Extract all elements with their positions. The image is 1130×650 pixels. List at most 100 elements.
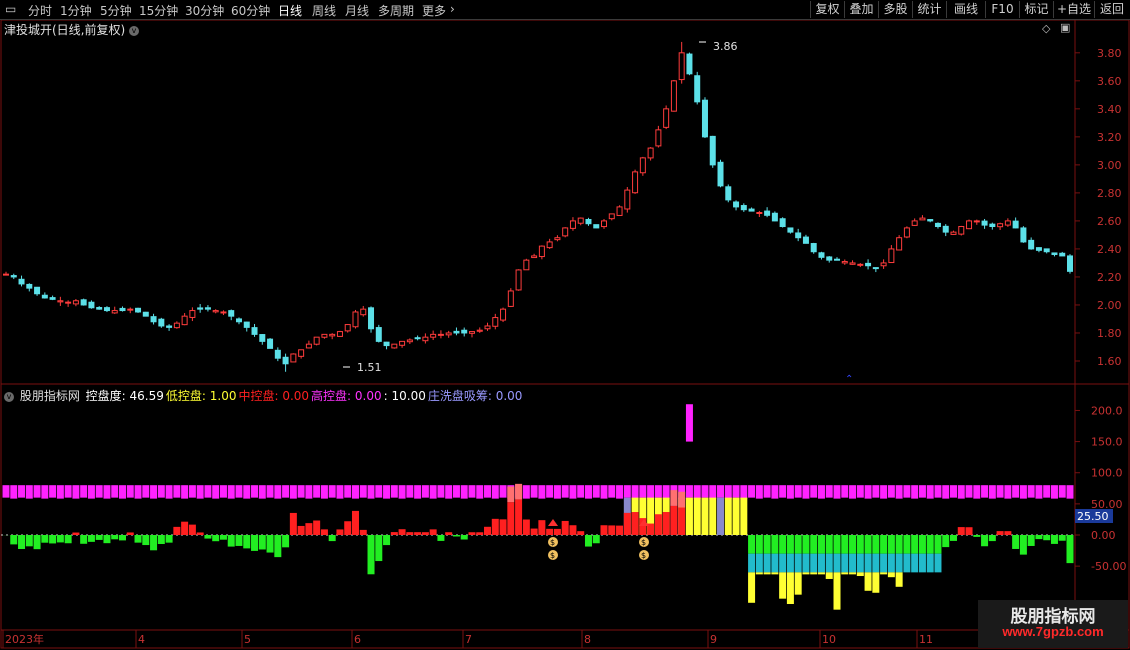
f10-button[interactable]: F10	[985, 1, 1019, 18]
indicator-yellow-bar	[802, 572, 810, 575]
candle-body	[810, 243, 817, 253]
indicator-green-bar	[864, 535, 872, 554]
back-button[interactable]: 返回	[1094, 1, 1129, 18]
indicator-band-bar	[212, 485, 220, 499]
candle-body	[958, 226, 965, 235]
indicator-green-bar	[243, 535, 251, 549]
indicator-green-bar	[204, 535, 212, 539]
indicator-cyan-bar	[849, 553, 857, 573]
candle-body	[927, 219, 934, 222]
candle-body	[577, 217, 584, 224]
indicator-band-bar	[918, 485, 926, 498]
indicator-red-bar	[351, 510, 359, 535]
stock-title[interactable]: 津投城开(日线,前复权)	[4, 23, 125, 37]
indicator-green-bar	[592, 535, 600, 544]
tab-multi-period[interactable]: 多周期	[378, 2, 414, 19]
tab-daily[interactable]: 日线	[278, 2, 302, 19]
indicator-yellow-bar	[872, 572, 880, 593]
chevron-right-icon[interactable]: ›	[450, 2, 455, 16]
indicator-green-bar	[64, 535, 72, 544]
tab-15min[interactable]: 15分钟	[139, 2, 178, 19]
tab-monthly[interactable]: 月线	[345, 2, 369, 19]
candle-body	[1004, 220, 1011, 226]
price-tick-label: 3.80	[1097, 47, 1122, 60]
tab-30min[interactable]: 30分钟	[185, 2, 224, 19]
chevron-down-icon[interactable]: v	[129, 25, 140, 36]
icon-square[interactable]: ▭	[5, 2, 16, 16]
indicator-name[interactable]: 股朋指标网	[20, 389, 80, 403]
indicator-cyan-bar	[763, 553, 771, 573]
indicator-band-bar	[988, 485, 996, 499]
tab-60min[interactable]: 60分钟	[231, 2, 270, 19]
candle-body	[267, 338, 274, 349]
candle-body	[740, 205, 747, 211]
multi-stock-button[interactable]: 多股	[878, 1, 912, 18]
candle-body	[150, 316, 157, 323]
add-watchlist-button[interactable]: +自选	[1053, 1, 1094, 18]
indicator-red-bar	[507, 502, 515, 535]
indicator-band-bar	[313, 485, 321, 498]
indicator-green-bar	[973, 535, 981, 537]
candle-body	[515, 269, 522, 291]
price-tick-label: 1.60	[1097, 355, 1122, 368]
svg-text:$: $	[641, 551, 646, 560]
stats-button[interactable]: 统计	[912, 1, 946, 18]
candle-body	[857, 263, 864, 266]
draw-line-button[interactable]: 画线	[946, 1, 985, 18]
indicator-red-bar	[126, 532, 134, 535]
candle-body	[779, 218, 786, 228]
indicator-green-bar	[833, 535, 841, 554]
indicator-band-bar	[72, 485, 80, 499]
candle-body	[531, 255, 538, 259]
indicator-red-bar	[429, 529, 437, 535]
candle-body	[430, 333, 437, 338]
indicator-band-bar	[227, 485, 235, 499]
indicator-band-bar	[561, 485, 569, 498]
mark-button[interactable]: 标记	[1019, 1, 1053, 18]
tab-1min[interactable]: 1分钟	[60, 2, 92, 19]
indicator-red-bar	[553, 528, 561, 535]
indicator-band-bar	[724, 485, 732, 499]
panel-toggle-icon[interactable]: ▣	[1060, 21, 1070, 34]
indicator-yellow-bar	[895, 572, 903, 587]
indicator-band-bar	[383, 485, 391, 499]
indicator-band-bar	[460, 485, 468, 499]
overlay-button[interactable]: 叠加	[844, 1, 878, 18]
indicator-band-bar	[282, 485, 290, 498]
indicator-green-bar	[1050, 535, 1058, 544]
diamond-icon[interactable]: ◇	[1042, 22, 1050, 35]
indicator-band-bar	[942, 485, 950, 499]
indicator-green-bar	[1027, 535, 1035, 546]
chevron-down-icon[interactable]: v	[4, 391, 14, 402]
indicator-band-bar	[359, 485, 367, 498]
indicator-green-bar	[56, 535, 64, 543]
svg-text:$: $	[641, 538, 646, 547]
tab-weekly[interactable]: 周线	[312, 2, 336, 19]
indicator-band-bar	[2, 485, 10, 498]
indicator-band-bar	[538, 485, 546, 499]
candle-body	[414, 337, 421, 340]
time-tick-label: 8	[584, 633, 591, 646]
indicator-red-bar	[445, 532, 453, 535]
stock-chart[interactable]: 3.80 3.60 3.40 3.20 3.00 2.80 2.60 2.40 2.20 2.00…	[0, 0, 1130, 650]
indicator-band-bar	[344, 485, 352, 498]
indicator-band-bar	[608, 485, 616, 498]
indicator-band-bar	[499, 485, 507, 498]
indicator-tick-label: 150.0	[1091, 436, 1123, 449]
indicator-cyan-bar	[748, 553, 756, 573]
tab-more[interactable]: 更多	[422, 2, 446, 19]
candle-body	[142, 311, 149, 317]
indicator-green-bar	[926, 535, 934, 554]
candle-body	[1012, 220, 1019, 229]
candle-body	[3, 273, 9, 276]
candle-body	[1028, 239, 1035, 250]
indicator-red-bar	[623, 512, 631, 535]
indicator-red-bar	[398, 529, 406, 535]
tab-fenshi[interactable]: 分时	[28, 2, 52, 19]
indicator-band-bar	[56, 485, 64, 499]
adjust-button[interactable]: 复权	[810, 1, 844, 18]
candle-body	[569, 220, 576, 229]
indicator-yellow-bar	[825, 572, 833, 579]
indicator-red-bar	[390, 532, 398, 535]
tab-5min[interactable]: 5分钟	[100, 2, 132, 19]
